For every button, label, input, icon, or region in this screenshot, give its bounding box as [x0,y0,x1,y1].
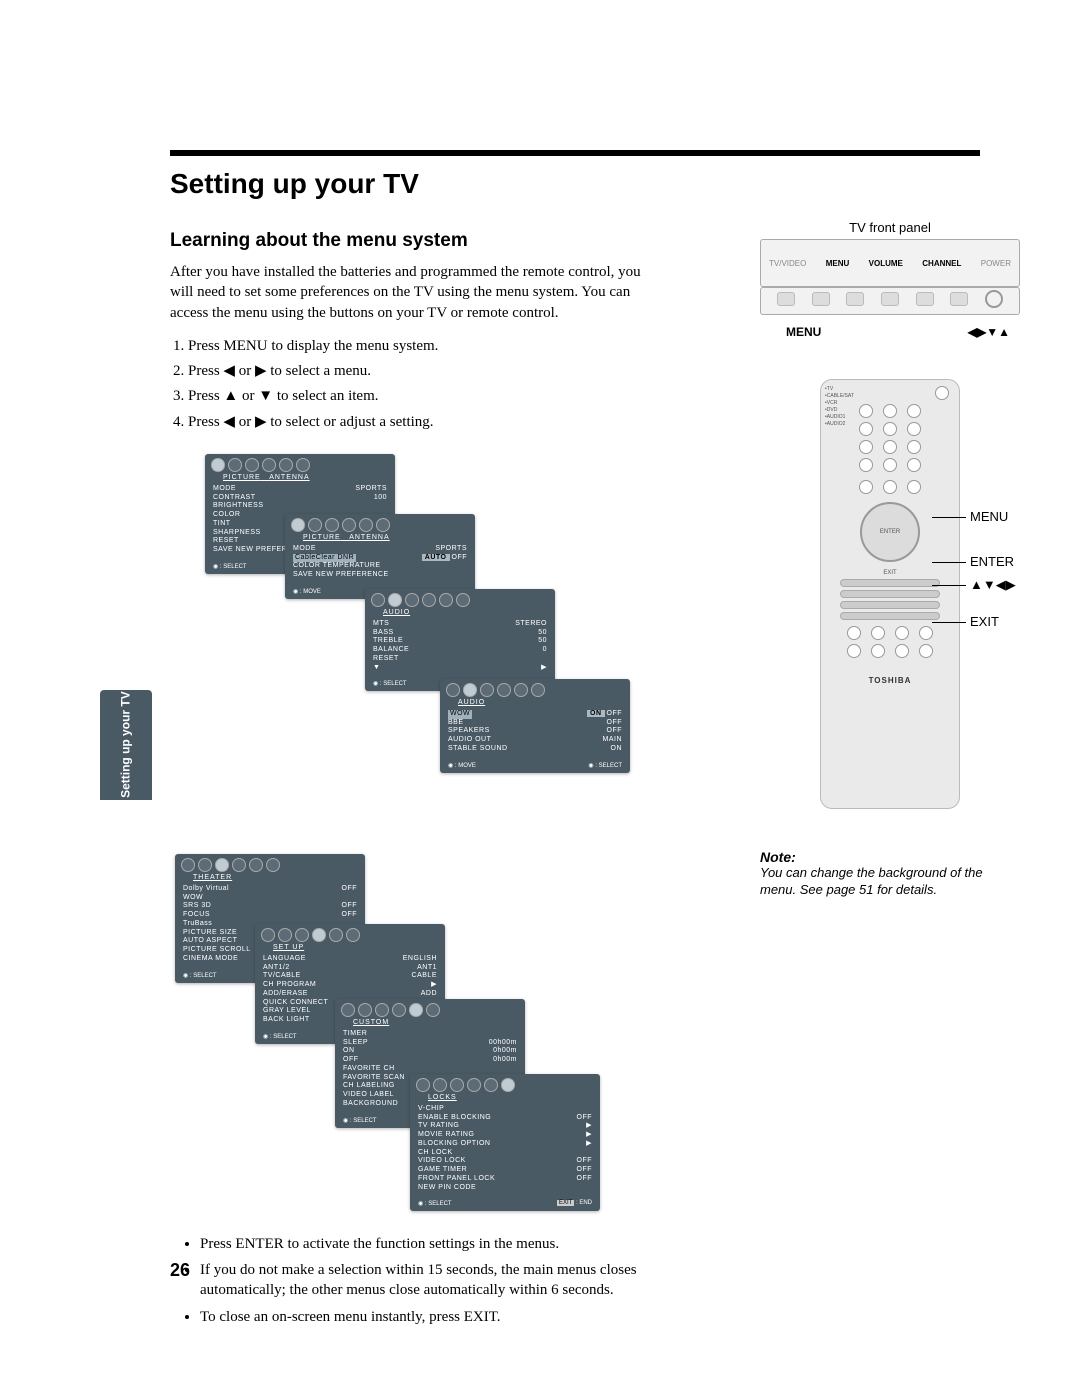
fp-legend-menu: MENU [786,325,821,339]
remote-fn-5[interactable] [847,644,861,658]
menu-picture-2: PICTURE ANTENNA MODESPORTS CableClear DN… [285,514,475,599]
remote-fn-7[interactable] [895,644,909,658]
note-body: You can change the background of the men… [760,865,1020,899]
header-rule [170,150,980,156]
remote-info-btn[interactable] [883,480,897,494]
callout-exit: EXIT [970,614,999,629]
remote-ent-btn[interactable] [907,458,921,472]
remote-num-3[interactable] [907,404,921,418]
remote-fn-4[interactable] [919,626,933,640]
remote-num-5[interactable] [883,422,897,436]
remote-num-2[interactable] [883,404,897,418]
remote-num-8[interactable] [883,440,897,454]
fp-legend-arrows: ◀▶▼▲ [968,325,1010,339]
fp-menu-btn[interactable] [812,292,830,306]
page-title: Setting up your TV [170,168,980,200]
menu-audio-2: AUDIO WOWONOFF BBEOFF SPEAKERSOFF AUDIO … [440,679,630,773]
intro-text: After you have installed the batteries a… [170,262,650,323]
front-panel: TV/VIDEO MENU VOLUME CHANNEL POWER [760,239,1020,287]
note-heading: Note: [760,849,1020,865]
callout-enter: ENTER [970,554,1014,569]
remote-bar-2[interactable] [840,590,940,598]
callout-arrows: ▲▼◀▶ [970,577,1016,593]
remote-bar-4[interactable] [840,612,940,620]
remote-chrtn-btn[interactable] [859,458,873,472]
side-tab: Setting up your TV [100,690,152,800]
fp-ch-down-btn[interactable] [916,292,934,306]
remote-brand: TOSHIBA [821,676,959,685]
fp-power-btn[interactable] [985,290,1003,308]
remote-fn-3[interactable] [895,626,909,640]
front-panel-caption: TV front panel [760,220,1020,235]
callout-menu: MENU [970,509,1008,524]
remote-theater-btn[interactable] [907,480,921,494]
remote-num-6[interactable] [907,422,921,436]
remote-bar-3[interactable] [840,601,940,609]
remote-num-9[interactable] [907,440,921,454]
remote-fn-8[interactable] [919,644,933,658]
remote-fn-1[interactable] [847,626,861,640]
remote-fn-6[interactable] [871,644,885,658]
fp-tvvideo-btn[interactable] [777,292,795,306]
remote-control: •TV •CABLE/SAT •VCR •DVD •AUDIO1 •AUDIO2… [820,379,960,809]
fp-vol-up-btn[interactable] [881,292,899,306]
remote-fn-2[interactable] [871,626,885,640]
remote-menu-btn[interactable] [859,480,873,494]
menu-locks: LOCKS V-CHIP ENABLE BLOCKINGOFF TV RATIN… [410,1074,600,1212]
remote-num-4[interactable] [859,422,873,436]
menu-audio-1: AUDIO MTSSTEREO BASS50 TREBLE50 BALANCE0… [365,589,555,692]
bullet-1: Press ENTER to activate the function set… [200,1234,700,1254]
remote-navpad[interactable] [860,502,920,562]
menu-cascade-2: THEATER Dolby VirtualOFF WOW SRS 3DOFF F… [175,854,980,1214]
page-number: 26 [170,1260,190,1281]
remote-num-0[interactable] [883,458,897,472]
fp-ch-up-btn[interactable] [950,292,968,306]
fp-vol-down-btn[interactable] [846,292,864,306]
remote-power-btn[interactable] [935,386,949,400]
right-column: TV front panel TV/VIDEO MENU VOLUME CHAN… [760,220,1020,899]
notes-list: Press ENTER to activate the function set… [200,1234,700,1327]
remote-num-1[interactable] [859,404,873,418]
remote-num-7[interactable] [859,440,873,454]
bullet-3: To close an on-screen menu instantly, pr… [200,1307,700,1327]
bullet-2: If you do not make a selection within 15… [200,1260,700,1301]
note-block: Note: You can change the background of t… [760,849,1020,899]
remote-bar-1[interactable] [840,579,940,587]
